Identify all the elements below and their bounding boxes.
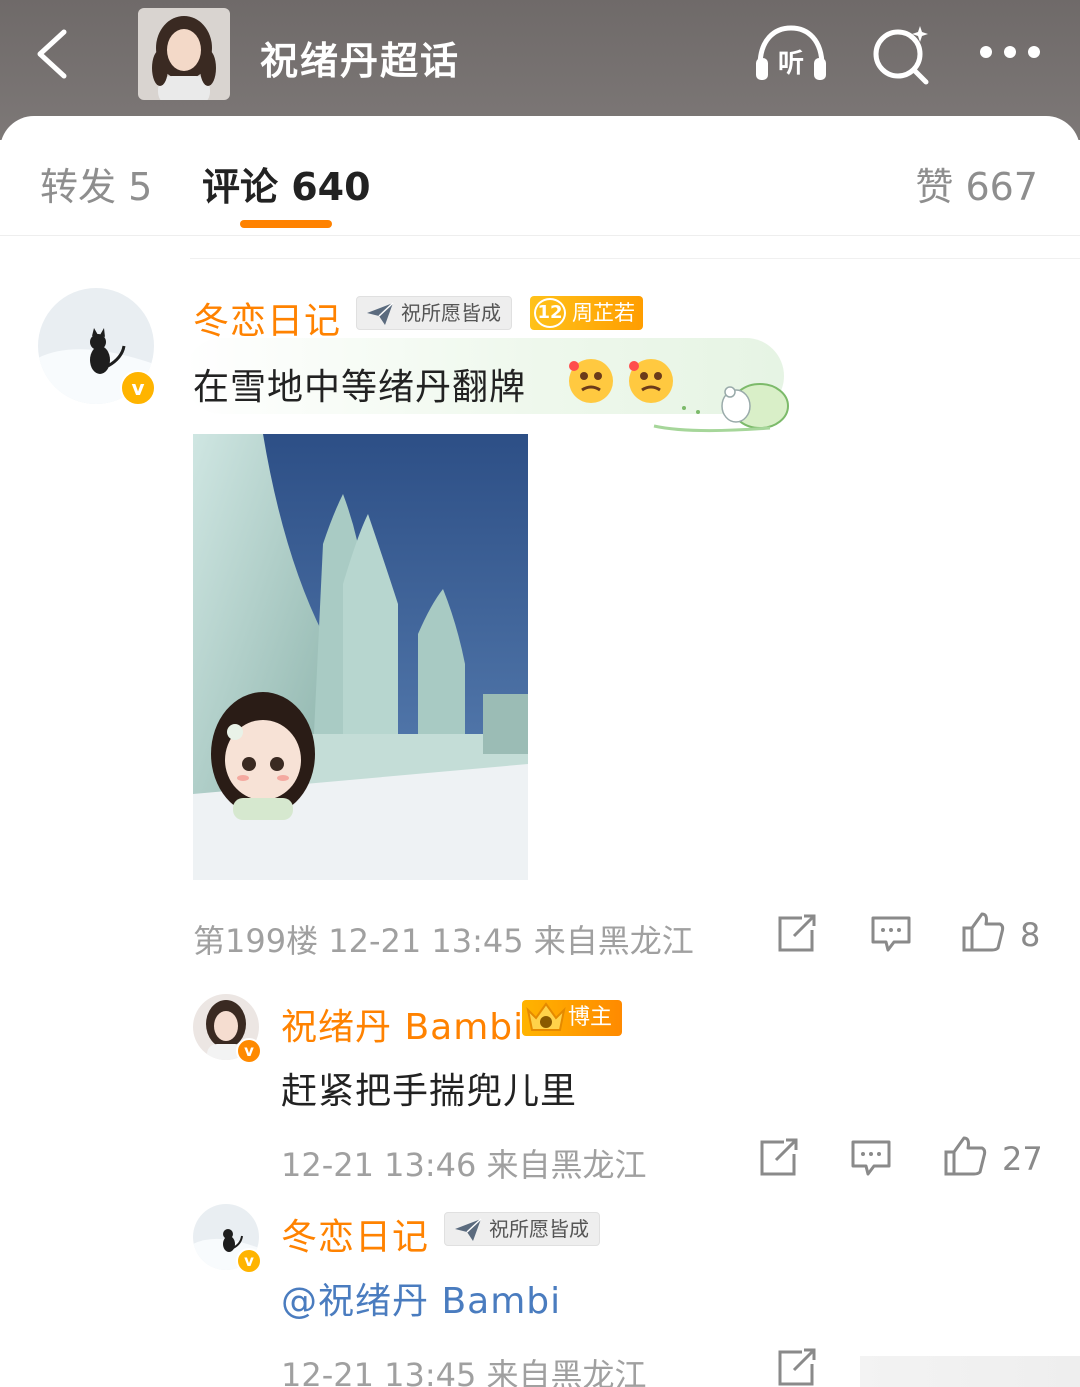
level-number: 12 xyxy=(534,298,566,328)
divider xyxy=(190,258,1080,259)
share-icon[interactable] xyxy=(758,1138,800,1182)
reply-meta: 12-21 13:45 来自黑龙江 xyxy=(281,1356,647,1387)
verified-badge: v xyxy=(120,370,156,406)
level-badge: 12 周芷若 xyxy=(530,296,643,330)
reply-meta: 12-21 13:46 来自黑龙江 xyxy=(281,1146,647,1184)
fan-badge[interactable]: 祝所愿皆成 xyxy=(356,296,512,330)
like-icon[interactable] xyxy=(942,1134,988,1182)
watermark-overlay xyxy=(860,1356,1080,1387)
share-icon[interactable] xyxy=(776,914,818,958)
listen-icon[interactable]: 听 xyxy=(752,22,830,84)
topic-title[interactable]: 祝绪丹超话 xyxy=(260,30,460,85)
tab-repost[interactable]: 转发 5 xyxy=(40,156,152,211)
verified-badge: v xyxy=(236,1248,262,1274)
level-name: 周芷若 xyxy=(572,301,635,325)
comment-meta: 第199楼 12-21 13:45 来自黑龙江 xyxy=(193,922,694,960)
topic-avatar[interactable] xyxy=(138,8,230,100)
host-badge: 博主 xyxy=(522,1000,623,1036)
plane-icon xyxy=(455,1218,482,1241)
search-icon[interactable] xyxy=(868,22,934,88)
fan-badge-label: 祝所愿皆成 xyxy=(489,1217,589,1241)
like-icon[interactable] xyxy=(960,910,1006,958)
tab-comment[interactable]: 评论 640 xyxy=(202,156,371,211)
comment-icon[interactable] xyxy=(870,914,912,958)
fan-badge-label: 祝所愿皆成 xyxy=(401,301,501,325)
reply-username[interactable]: 冬恋日记 xyxy=(281,1208,429,1260)
bubble-mascot-icon xyxy=(650,372,794,440)
host-badge-label: 博主 xyxy=(568,1005,613,1030)
fan-badge[interactable]: 祝所愿皆成 xyxy=(444,1212,600,1246)
plane-icon xyxy=(367,302,394,325)
comment-text: 在雪地中等绪丹翻牌 xyxy=(193,367,527,408)
reply-mention-text[interactable]: @祝绪丹 Bambi xyxy=(281,1272,561,1324)
comment-image[interactable] xyxy=(193,434,528,880)
crown-icon xyxy=(526,1002,566,1031)
more-icon[interactable] xyxy=(978,40,1042,64)
share-icon[interactable] xyxy=(776,1348,818,1387)
like-count: 27 xyxy=(1002,1140,1043,1178)
back-icon[interactable] xyxy=(28,24,88,84)
verified-badge: v xyxy=(236,1038,262,1064)
listen-label: 听 xyxy=(778,49,804,79)
like-count: 8 xyxy=(1020,916,1041,954)
tab-bar: 转发 5 评论 640 赞 667 xyxy=(0,116,1080,236)
tab-likes[interactable]: 赞 667 xyxy=(915,156,1038,211)
reply-text: 赶紧把手揣兜儿里 xyxy=(281,1071,578,1112)
tab-active-indicator xyxy=(240,220,332,228)
comment-icon[interactable] xyxy=(850,1138,892,1182)
comment-sheet: 转发 5 评论 640 赞 667 v 冬恋日记 祝所愿皆成 12 周芷若 在雪… xyxy=(0,116,1080,1387)
reply-username[interactable]: 祝绪丹 Bambi xyxy=(281,998,524,1050)
comment-username[interactable]: 冬恋日记 xyxy=(193,292,341,344)
